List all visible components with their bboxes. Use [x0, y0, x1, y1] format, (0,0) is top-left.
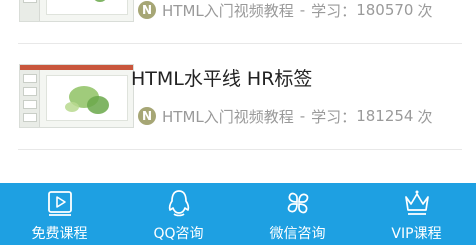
learn-label: 学习： [311, 1, 357, 20]
thumbnail-slide [46, 0, 128, 15]
qq-penguin-icon [168, 190, 189, 217]
learn-count: 181254 [356, 107, 414, 125]
tab-label: 免费课程 [31, 226, 88, 242]
thumbnail-slide-panel [20, 70, 40, 127]
thumbnail-slide [46, 75, 128, 121]
learn-label: 学习： [311, 107, 357, 126]
learn-unit: 次 [417, 1, 433, 20]
course-source: HTML入门视频教程 [162, 107, 294, 126]
tab-label: VIP课程 [391, 226, 442, 242]
crown-icon [404, 190, 429, 215]
course-thumbnail[interactable] [19, 64, 134, 128]
tab-qq-consult[interactable]: QQ咨询 [119, 183, 238, 245]
tab-label: QQ咨询 [153, 226, 204, 242]
tab-free-courses[interactable]: 免费课程 [0, 183, 119, 245]
course-item[interactable]: HTML水平线 HR标签 N HTML入门视频教程 - 学习： 181254 次 [18, 44, 462, 150]
course-source: HTML入门视频教程 [162, 1, 294, 20]
course-item[interactable]: N HTML入门视频教程 - 学习： 180570 次 [18, 0, 462, 44]
course-title[interactable]: HTML水平线 HR标签 [131, 64, 312, 91]
tab-wechat-consult[interactable]: 微信咨询 [238, 183, 357, 245]
course-meta: N HTML入门视频教程 - 学习： 181254 次 [138, 106, 432, 126]
learn-unit: 次 [417, 107, 433, 126]
tab-label: 微信咨询 [269, 226, 326, 242]
source-badge-icon: N [138, 1, 156, 19]
play-icon [47, 191, 72, 216]
thumbnail-slide-panel [20, 0, 40, 21]
course-meta: N HTML入门视频教程 - 学习： 180570 次 [138, 0, 432, 20]
course-list: N HTML入门视频教程 - 学习： 180570 次 HTML水平线 HR标签… [0, 0, 476, 183]
learn-count: 180570 [356, 1, 414, 19]
bottom-tab-bar: 免费课程 QQ咨询 微信咨询 VIP课程 [0, 183, 476, 245]
meta-separator: - [299, 107, 306, 125]
meta-separator: - [299, 1, 306, 19]
wechat-clover-icon [287, 192, 308, 214]
course-thumbnail[interactable] [19, 0, 134, 22]
tab-vip-courses[interactable]: VIP课程 [357, 183, 476, 245]
source-badge-icon: N [138, 107, 156, 125]
